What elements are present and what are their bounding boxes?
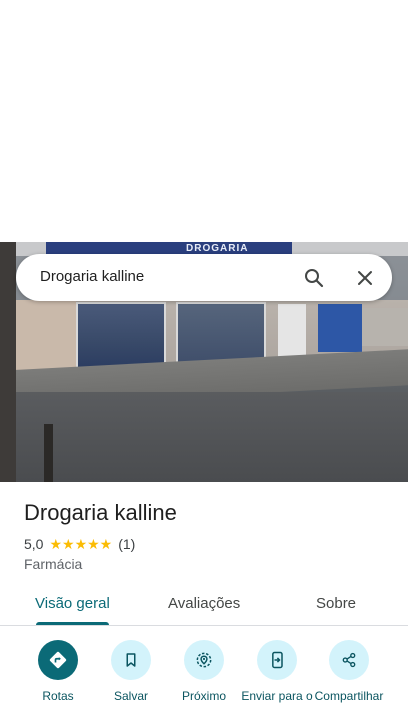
- save-button[interactable]: Salvar: [91, 640, 171, 704]
- directions-label: Rotas: [42, 689, 74, 703]
- blue-panel: [318, 304, 362, 352]
- post: [44, 424, 53, 482]
- map-area[interactable]: [0, 0, 408, 242]
- pillar: [0, 242, 16, 482]
- search-input[interactable]: Drogaria kalline: [40, 268, 144, 285]
- active-tab-indicator: [36, 622, 109, 625]
- place-category: Farmácia: [24, 556, 83, 572]
- save-label: Salvar: [113, 689, 148, 703]
- tab-overview[interactable]: Visão geral: [35, 595, 110, 612]
- shop-door: [278, 304, 306, 362]
- rating-row[interactable]: 5,0 ★★★★★ (1): [24, 535, 135, 553]
- tab-bar: Visão geral Avaliações Sobre: [0, 586, 408, 626]
- share-button[interactable]: Compartilhar: [309, 640, 389, 704]
- directions-button[interactable]: Rotas: [18, 640, 98, 704]
- nearby-button[interactable]: Próximo: [164, 640, 244, 704]
- shop-window-left: [76, 302, 166, 372]
- close-icon[interactable]: [353, 266, 377, 290]
- nearby-label: Próximo: [181, 689, 226, 703]
- review-count[interactable]: (1): [118, 536, 135, 552]
- wall-right: [362, 308, 408, 346]
- bookmark-icon: [111, 640, 151, 680]
- nearby-icon: [184, 640, 224, 680]
- send-to-phone-icon: [257, 640, 297, 680]
- tab-reviews[interactable]: Avaliações: [168, 595, 240, 612]
- search-icon[interactable]: [302, 266, 326, 290]
- rating-stars: ★★★★★: [49, 535, 113, 552]
- tab-about[interactable]: Sobre: [316, 595, 356, 612]
- send-to-phone-label: Enviar para o: [241, 689, 313, 703]
- rating-value: 5,0: [24, 536, 44, 552]
- search-bar[interactable]: Drogaria kalline: [16, 254, 392, 301]
- directions-icon: [38, 640, 78, 680]
- share-label: Compartilhar: [314, 689, 384, 703]
- send-to-phone-button[interactable]: Enviar para o: [237, 640, 317, 704]
- place-title: Drogaria kalline: [24, 500, 177, 525]
- street: [0, 392, 408, 482]
- share-icon: [329, 640, 369, 680]
